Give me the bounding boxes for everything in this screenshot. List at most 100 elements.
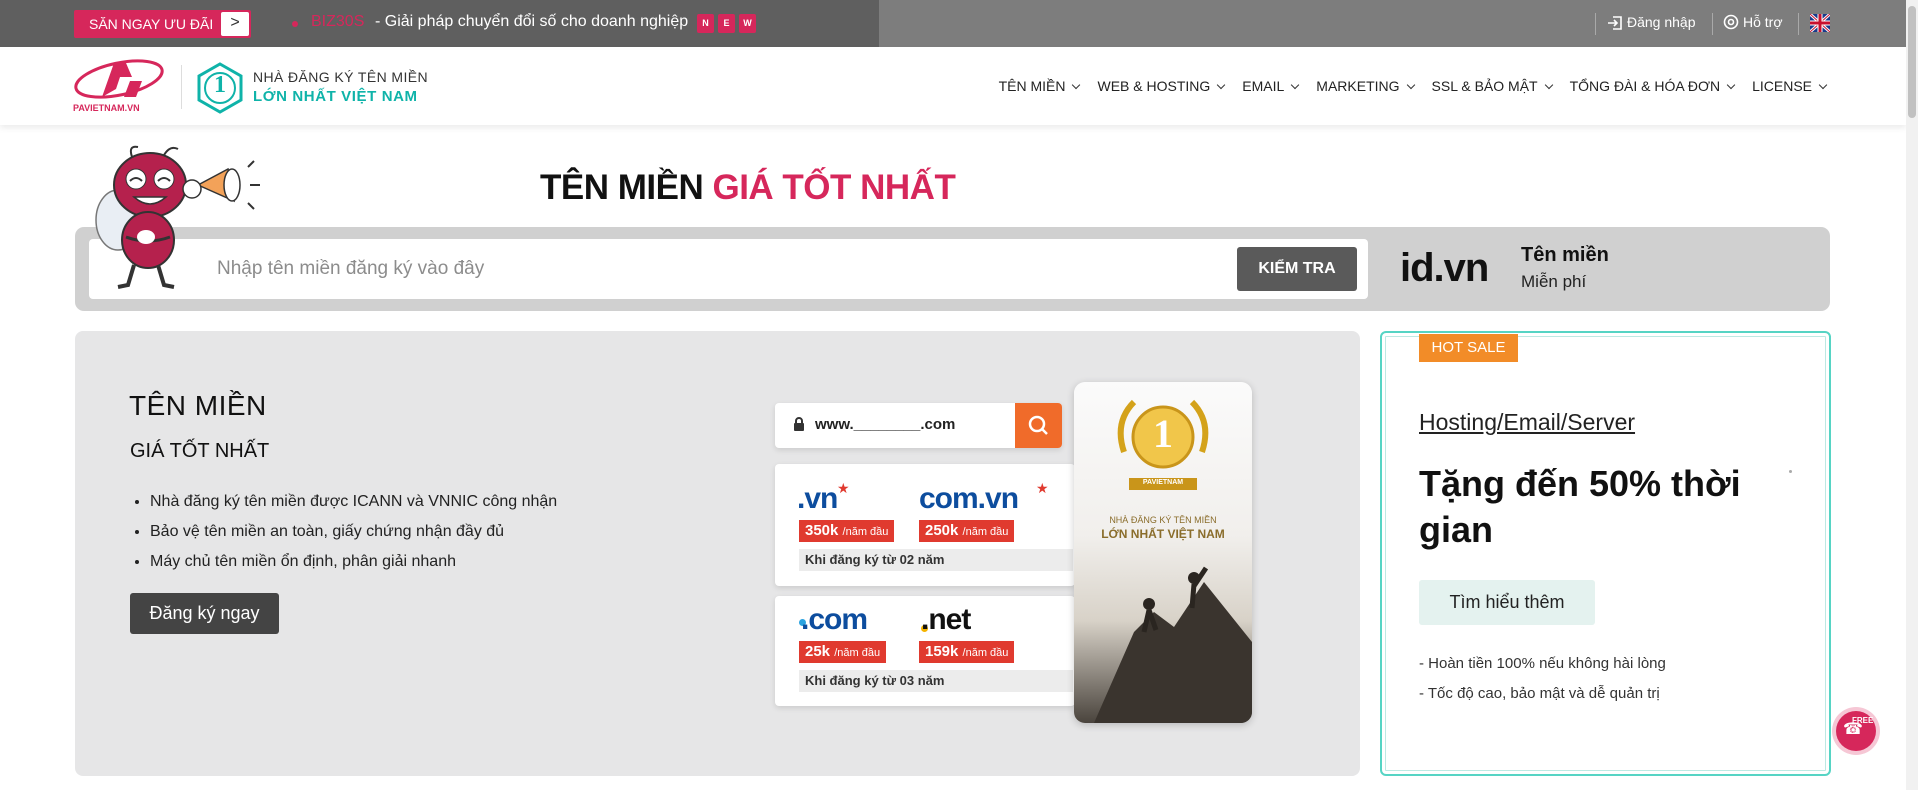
price-tag: 159k /năm đầu bbox=[919, 641, 1015, 663]
support-label: Hỗ trợ bbox=[1743, 14, 1783, 30]
free-call-button[interactable]: ☎ FREE bbox=[1836, 711, 1876, 751]
hot-sale-card bbox=[1380, 331, 1831, 776]
hot-sale-note: - Hoàn tiền 100% nếu không hài lòng bbox=[1419, 655, 1666, 672]
chevron-down-icon bbox=[1291, 80, 1300, 90]
login-link[interactable]: Đăng nhập bbox=[1607, 14, 1696, 30]
new-badge-e: E bbox=[718, 14, 735, 33]
promo-button-label: SĂN NGAY ƯU ĐÃI bbox=[89, 16, 214, 32]
nav-license[interactable]: LICENSE bbox=[1752, 78, 1828, 94]
nav-label: TÊN MIỀN bbox=[998, 78, 1066, 94]
check-domain-button[interactable]: KIỂM TRA bbox=[1237, 247, 1357, 291]
hot-sale-badge: HOT SALE bbox=[1419, 334, 1518, 362]
free-domain-label: Tên miền bbox=[1521, 244, 1609, 266]
uk-flag-icon[interactable] bbox=[1810, 14, 1830, 32]
hosting-email-server-link[interactable]: Hosting/Email/Server bbox=[1419, 409, 1635, 436]
nav-label: EMAIL bbox=[1242, 78, 1285, 94]
news-bullet-icon bbox=[292, 21, 298, 27]
hot-sale-note: - Tốc độ cao, bảo mật và dễ quản trị bbox=[1419, 685, 1660, 702]
nav-web-hosting[interactable]: WEB & HOSTING bbox=[1097, 78, 1226, 94]
feature-item: Máy chủ tên miền ổn định, phân giải nhan… bbox=[150, 553, 557, 571]
tld-label: com.vn bbox=[919, 482, 1019, 515]
price-unit: /năm đầu bbox=[962, 526, 1009, 538]
promo-card-subtitle: GIÁ TỐT NHẤT bbox=[130, 440, 270, 462]
chevron-down-icon bbox=[1072, 80, 1081, 90]
divider bbox=[1595, 13, 1596, 35]
nav-label: WEB & HOSTING bbox=[1097, 78, 1211, 94]
free-call-label: FREE bbox=[1852, 716, 1874, 725]
nav-label: SSL & BẢO MẬT bbox=[1431, 78, 1538, 94]
price-condition-note: Khi đăng ký từ 02 năm bbox=[799, 549, 1073, 571]
nav-label: MARKETING bbox=[1316, 78, 1400, 94]
domain-search-input[interactable] bbox=[217, 239, 1267, 299]
news-headline-link[interactable]: - Giải pháp chuyển đổi số cho doanh nghi… bbox=[375, 13, 688, 31]
news-code-link[interactable]: BIZ30S bbox=[311, 13, 364, 31]
www-placeholder-text: www.________.com bbox=[815, 416, 956, 433]
support-icon bbox=[1723, 14, 1739, 30]
scrollbar-thumb[interactable] bbox=[1908, 6, 1916, 118]
new-badge-w: W bbox=[739, 14, 756, 33]
support-link[interactable]: Hỗ trợ bbox=[1723, 14, 1783, 30]
chevron-down-icon bbox=[1217, 80, 1226, 90]
new-badge-n: N bbox=[697, 14, 714, 33]
rank-one-number: 1 bbox=[214, 72, 226, 98]
rank-one-badge: 1 bbox=[196, 62, 244, 114]
slogan-line-1: NHÀ ĐĂNG KÝ TÊN MIỀN bbox=[253, 69, 428, 85]
feature-item: Nhà đăng ký tên miền được ICANN và VNNIC… bbox=[150, 493, 557, 511]
tld-label: .vn bbox=[797, 482, 838, 515]
star-icon: ★ bbox=[837, 480, 850, 496]
price-value: 250k bbox=[925, 522, 959, 539]
page-scrollbar[interactable] bbox=[1906, 0, 1918, 790]
price-value: 25k bbox=[805, 643, 831, 660]
award-photo-card: 1 PAVIETNAM NHÀ ĐĂNG KÝ TÊN MIỀN LỚN NHẤ… bbox=[1074, 382, 1252, 723]
nav-tong-dai-hoa-don[interactable]: TỔNG ĐÀI & HÓA ĐƠN bbox=[1569, 78, 1736, 94]
chevron-down-icon bbox=[1406, 80, 1415, 90]
nav-email[interactable]: EMAIL bbox=[1242, 78, 1300, 94]
graphic-search-button bbox=[1015, 403, 1062, 448]
main-nav: TÊN MIỀN WEB & HOSTING EMAIL MARKETING S… bbox=[981, 47, 1906, 125]
domain-search-box bbox=[89, 239, 1368, 299]
price-value: 159k bbox=[925, 643, 959, 660]
price-tag: 250k /năm đầu bbox=[919, 520, 1015, 542]
decorative-dot bbox=[1789, 470, 1792, 473]
chevron-down-icon bbox=[1726, 80, 1736, 90]
price-unit: /năm đầu bbox=[962, 647, 1009, 659]
nav-ten-mien[interactable]: TÊN MIỀN bbox=[998, 78, 1081, 94]
pa-logo-icon bbox=[74, 59, 164, 99]
tld-label: .com bbox=[801, 603, 868, 636]
slogan-line-2: LỚN NHẤT VIỆT NAM bbox=[253, 88, 418, 105]
feature-item: Bảo vệ tên miền an toàn, giấy chứng nhận… bbox=[150, 523, 557, 541]
top-bar: SĂN NGAY ƯU ĐÃI > BIZ30S - Giải pháp chu… bbox=[0, 0, 1906, 47]
price-tag: 350k /năm đầu bbox=[799, 520, 895, 542]
price-value: 350k bbox=[805, 522, 839, 539]
chevron-down-icon bbox=[1818, 80, 1828, 90]
hero-title-highlight: GIÁ TỐT NHẤT bbox=[712, 168, 956, 207]
divider bbox=[1798, 13, 1799, 35]
nav-label: TỔNG ĐÀI & HÓA ĐƠN bbox=[1569, 78, 1721, 94]
learn-more-button[interactable]: Tìm hiểu thêm bbox=[1419, 580, 1595, 625]
price-condition-note: Khi đăng ký từ 03 năm bbox=[799, 670, 1073, 692]
award-ribbon-text: PAVIETNAM bbox=[1142, 479, 1184, 486]
nav-label: LICENSE bbox=[1752, 78, 1812, 94]
free-domain-promo[interactable]: id.vn bbox=[1400, 246, 1489, 291]
logo-divider bbox=[181, 65, 182, 109]
divider bbox=[1712, 13, 1713, 35]
nav-marketing[interactable]: MARKETING bbox=[1316, 78, 1415, 94]
price-unit: /năm đầu bbox=[834, 647, 881, 659]
feature-list: Nhà đăng ký tên miền được ICANN và VNNIC… bbox=[150, 493, 557, 583]
award-line-1: NHÀ ĐĂNG KÝ TÊN MIỀN bbox=[1109, 515, 1217, 525]
login-icon bbox=[1608, 16, 1622, 30]
tld-label: .net bbox=[921, 603, 971, 636]
award-line-2: LỚN NHẤT VIỆT NAM bbox=[1101, 527, 1225, 541]
register-now-button[interactable]: Đăng ký ngay bbox=[130, 593, 279, 634]
bee-mascot-illustration bbox=[88, 145, 268, 300]
nav-ssl-bao-mat[interactable]: SSL & BẢO MẬT bbox=[1431, 78, 1553, 94]
price-unit: /năm đầu bbox=[842, 526, 889, 538]
free-domain-sublabel: Miễn phí bbox=[1521, 272, 1587, 291]
promo-button[interactable]: SĂN NGAY ƯU ĐÃI > bbox=[74, 10, 251, 38]
price-tag: 25k /năm đầu bbox=[799, 641, 887, 663]
main-header: PAVIETNAM.VN 1 NHÀ ĐĂNG KÝ TÊN MIỀN LỚN … bbox=[0, 47, 1906, 125]
star-icon: ★ bbox=[1036, 480, 1049, 496]
hot-sale-notes: - Hoàn tiền 100% nếu không hài lòng - Tố… bbox=[1419, 649, 1666, 709]
promo-card-title: TÊN MIỀN bbox=[129, 390, 267, 421]
lock-icon bbox=[794, 417, 804, 431]
